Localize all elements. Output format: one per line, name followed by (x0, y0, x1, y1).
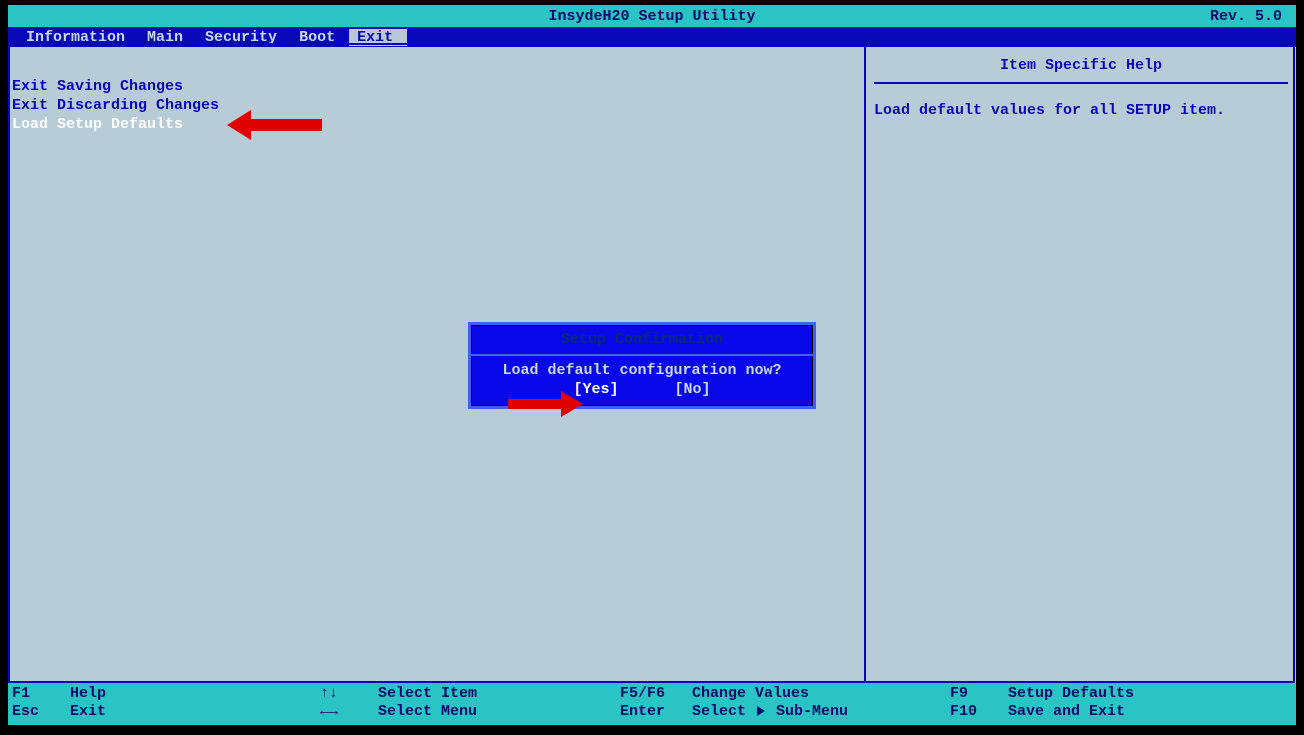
menu-main[interactable]: Main (139, 29, 197, 46)
dialog-yes-button[interactable]: [Yes] (573, 381, 618, 398)
dialog-message: Load default configuration now? (479, 362, 805, 379)
exit-discarding-changes[interactable]: Exit Discarding Changes (12, 96, 864, 115)
hint-key-f9: F9 (950, 685, 1008, 703)
hint-label-help: Help (70, 685, 106, 703)
hint-key-esc: Esc (12, 703, 70, 721)
content-area: Exit Saving Changes Exit Discarding Chan… (8, 47, 1296, 683)
revision-label: Rev. 5.0 (1210, 8, 1282, 25)
menu-exit[interactable]: Exit (349, 29, 407, 46)
dialog-body: Load default configuration now? [Yes] [N… (471, 356, 813, 406)
hint-key-f10: F10 (950, 703, 1008, 721)
triangle-right-icon (757, 706, 765, 716)
menu-security[interactable]: Security (197, 29, 291, 46)
main-panel: Exit Saving Changes Exit Discarding Chan… (8, 47, 866, 683)
menu-information[interactable]: Information (18, 29, 139, 46)
dialog-title: Setup Confirmation (471, 325, 813, 356)
help-title: Item Specific Help (874, 57, 1288, 84)
menu-boot[interactable]: Boot (291, 29, 349, 46)
hint-label-select-item: Select Item (378, 685, 477, 703)
hint-key-enter: Enter (620, 703, 692, 721)
hint-label-select-menu: Select Menu (378, 703, 477, 721)
menu-bar[interactable]: Information Main Security Boot Exit (8, 27, 1296, 47)
dialog-buttons: [Yes] [No] (479, 381, 805, 398)
hint-key-leftright: ←→ (320, 703, 378, 721)
hint-label-setup-defaults: Setup Defaults (1008, 685, 1134, 703)
dialog-no-button[interactable]: [No] (675, 381, 711, 398)
hint-label-change-values: Change Values (692, 685, 848, 703)
hint-label-select-submenu: Select Sub-Menu (692, 703, 848, 721)
title-bar: InsydeH20 Setup Utility Rev. 5.0 (8, 5, 1296, 27)
hint-key-f1: F1 (12, 685, 70, 703)
hint-key-f5f6: F5/F6 (620, 685, 692, 703)
hint-key-updown: ↑↓ (320, 685, 378, 703)
hint-label-save-exit: Save and Exit (1008, 703, 1134, 721)
footer-hints: F1 Esc Help Exit ↑↓ ←→ Select Item Selec… (8, 683, 1296, 723)
confirmation-dialog: Setup Confirmation Load default configur… (468, 322, 816, 409)
help-body: Load default values for all SETUP item. (874, 102, 1288, 119)
hint-label-exit: Exit (70, 703, 106, 721)
bios-screen: InsydeH20 Setup Utility Rev. 5.0 Informa… (8, 5, 1296, 725)
load-setup-defaults[interactable]: Load Setup Defaults (12, 115, 864, 134)
utility-title: InsydeH20 Setup Utility (548, 8, 755, 25)
help-panel: Item Specific Help Load default values f… (866, 47, 1296, 683)
exit-saving-changes[interactable]: Exit Saving Changes (12, 77, 864, 96)
